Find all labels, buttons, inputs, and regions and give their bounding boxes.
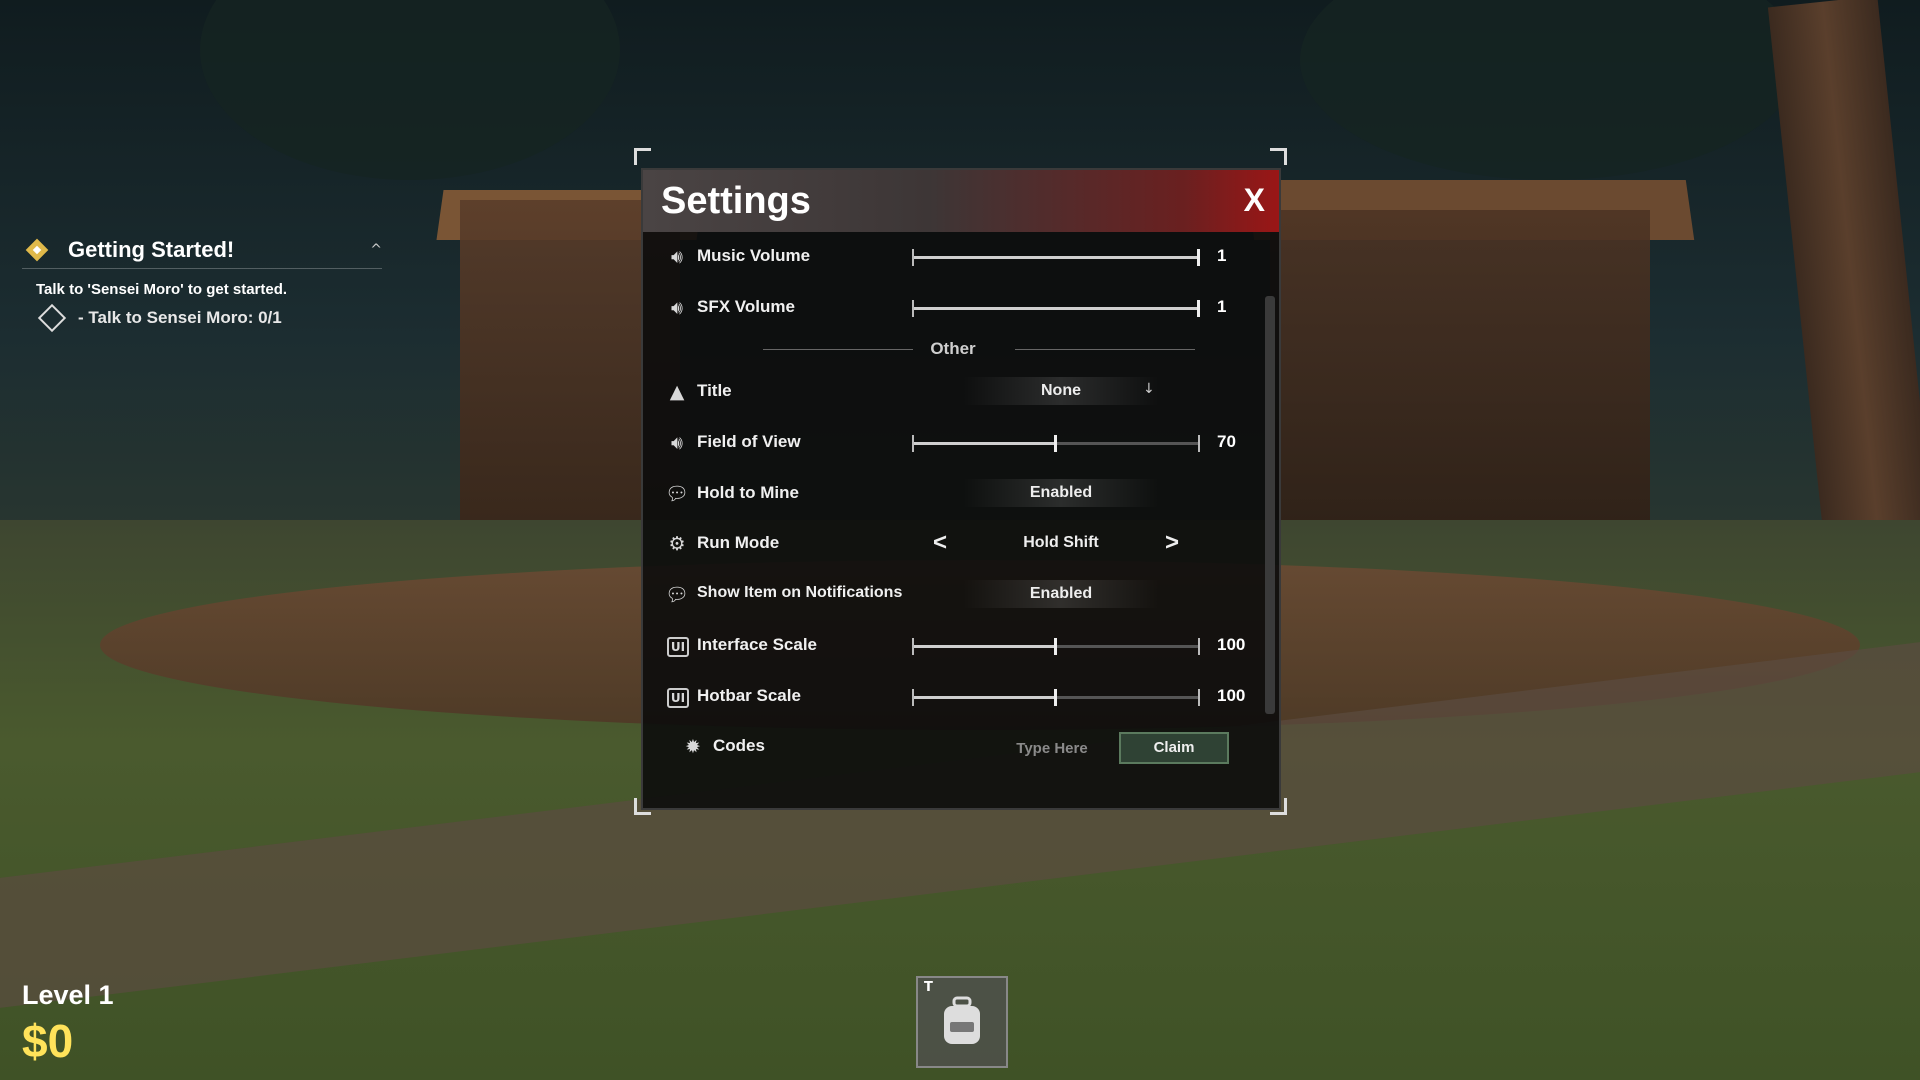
settings-title: Settings (661, 180, 811, 222)
setting-label: SFX Volume (697, 296, 795, 316)
quest-diamond-icon (26, 239, 48, 261)
close-button[interactable]: X (1244, 182, 1265, 219)
run-mode-selector: Hold Shift (963, 529, 1159, 557)
gear-star-icon: ✹ (685, 736, 701, 759)
setting-row-codes: ✹ Codes Claim (643, 722, 1263, 772)
setting-row-title: ▲ Title None ↓ (643, 367, 1263, 418)
slider-value: 1 (1217, 246, 1227, 265)
panel-corner-tr (1270, 148, 1287, 165)
setting-label: Field of View (697, 432, 801, 452)
slider-min-tick (912, 299, 914, 317)
chat-icon: 💬︎ (665, 482, 690, 505)
slider-fill (913, 256, 1199, 259)
selector-value: Hold Shift (1023, 534, 1099, 552)
quest-tracker: Getting Started! ^ Talk to 'Sensei Moro'… (22, 232, 382, 333)
setting-label: Run Mode (697, 533, 780, 553)
slider-min-tick (912, 688, 914, 706)
setting-row-show-item-notifications: 💬︎ Show Item on Notifications Enabled (643, 570, 1263, 621)
settings-panel: Settings X 🔊︎ Music Volume 1 🔊︎ SFX Volu… (641, 168, 1281, 810)
slider-min-tick (912, 249, 914, 266)
ui-icon: UI (667, 636, 689, 657)
slider-max-tick (1198, 637, 1200, 655)
setting-label: Interface Scale (697, 634, 818, 654)
slider-knob[interactable] (1054, 688, 1057, 706)
slider-min-tick (912, 435, 914, 453)
dropdown-value: None (1041, 382, 1081, 400)
setting-row-field-of-view: 🔊︎ Field of View 70 (643, 418, 1263, 469)
slider-knob[interactable] (1197, 299, 1200, 317)
toggle-value: Enabled (1029, 483, 1093, 501)
collapse-caret-icon[interactable]: ^ (370, 242, 382, 258)
setting-label: Hold to Mine (697, 482, 799, 502)
ui-icon: UI (667, 687, 689, 708)
slider-fill (913, 306, 1199, 310)
speaker-icon: 🔊︎ (671, 296, 683, 319)
slider-value: 100 (1217, 634, 1246, 654)
settings-header: Settings X (643, 170, 1279, 232)
quest-description: Talk to 'Sensei Moro' to get started. (36, 281, 288, 298)
slider-fill (913, 695, 1056, 699)
slider-max-tick (1198, 688, 1200, 706)
slider-value: 1 (1217, 296, 1227, 316)
setting-row-hotbar-scale: UI Hotbar Scale 100 (643, 672, 1263, 723)
show-item-toggle[interactable]: Enabled (963, 580, 1159, 609)
player-money: $0 (22, 1015, 74, 1067)
slider-min-tick (912, 637, 914, 655)
task-checkbox-icon (37, 303, 67, 333)
hut-right (1270, 210, 1650, 540)
setting-row-sfx-volume: 🔊︎ SFX Volume 1 (643, 283, 1263, 334)
music-volume-slider[interactable] (912, 249, 1200, 266)
hotbar-key: T (924, 980, 933, 995)
hotbar-scale-slider[interactable] (912, 688, 1200, 706)
slider-fill (913, 644, 1056, 648)
backpack-icon (944, 996, 980, 1044)
setting-label: Show Item on Notifications (697, 584, 903, 602)
setting-row-interface-scale: UI Interface Scale 100 (643, 621, 1263, 672)
speaker-icon: 🔊︎ (671, 432, 683, 455)
slider-max-tick (1198, 435, 1200, 453)
panel-corner-tl (634, 148, 651, 165)
divider-line (1015, 349, 1195, 351)
run-mode-prev-button[interactable]: < (933, 529, 947, 557)
setting-label: Codes (713, 736, 765, 756)
hotbar-slot-backpack[interactable]: T (916, 976, 1008, 1068)
slider-knob[interactable] (1197, 249, 1200, 266)
section-divider-other: Other (643, 333, 1263, 367)
setting-label: Title (697, 381, 732, 401)
chevron-down-icon[interactable]: ↓ (1143, 381, 1155, 397)
speaker-icon: 🔊︎ (671, 246, 683, 268)
claim-button[interactable]: Claim (1119, 732, 1229, 765)
setting-label: Hotbar Scale (697, 685, 801, 705)
interface-scale-slider[interactable] (912, 637, 1200, 655)
run-mode-next-button[interactable]: > (1165, 529, 1179, 557)
quest-header[interactable]: Getting Started! ^ (22, 232, 382, 269)
setting-row-run-mode: ⚙ Run Mode < Hold Shift > (643, 519, 1263, 570)
setting-row-music-volume: 🔊︎ Music Volume 1 (643, 232, 1263, 283)
settings-scrollbar[interactable] (1265, 296, 1275, 714)
toggle-value: Enabled (1029, 585, 1093, 603)
quest-task-text: - Talk to Sensei Moro: 0/1 (78, 308, 282, 327)
codes-input[interactable] (1003, 734, 1101, 763)
run-icon: ⚙ (668, 533, 686, 556)
player-level: Level 1 (22, 980, 114, 1010)
hat-icon: ▲ (669, 381, 685, 404)
slider-knob[interactable] (1054, 637, 1057, 655)
setting-row-hold-to-mine: 💬︎ Hold to Mine Enabled (643, 469, 1263, 520)
slider-knob[interactable] (1054, 435, 1057, 453)
setting-label: Music Volume (697, 246, 811, 265)
title-dropdown[interactable]: None (963, 377, 1159, 406)
slider-value: 70 (1217, 432, 1236, 452)
quest-title: Getting Started! (68, 237, 235, 262)
chat-icon: 💬︎ (665, 584, 690, 607)
slider-fill (913, 442, 1056, 446)
fov-slider[interactable] (912, 435, 1200, 453)
quest-task: - Talk to Sensei Moro: 0/1 (37, 303, 382, 333)
sfx-volume-slider[interactable] (912, 299, 1200, 317)
hold-to-mine-toggle[interactable]: Enabled (963, 478, 1159, 507)
slider-value: 100 (1217, 685, 1246, 705)
